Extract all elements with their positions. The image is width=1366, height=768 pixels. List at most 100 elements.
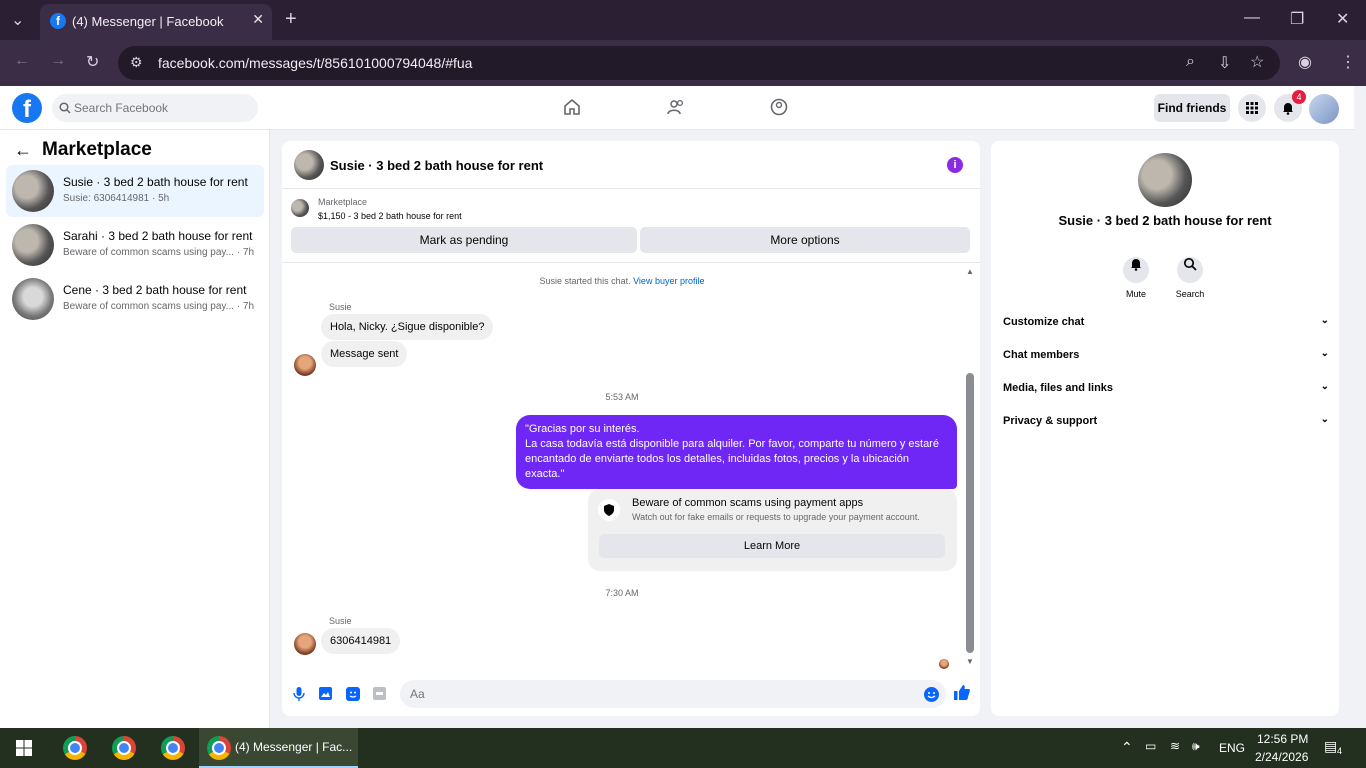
listing-bar: Marketplace $1,150 - 3 bed 2 bath house … <box>282 189 980 263</box>
scam-warning-text: Watch out for fake emails or requests to… <box>632 512 920 522</box>
outgoing-message-line: "Gracias por su interés. <box>525 423 640 435</box>
conversation-item[interactable]: Sarahi · 3 bed 2 bath house for rent Bew… <box>6 219 264 271</box>
message-input[interactable] <box>410 680 910 708</box>
window-close-icon[interactable]: ✕ <box>1336 9 1349 29</box>
scam-warning-title: Beware of common scams using payment app… <box>632 497 864 509</box>
info-icon[interactable]: i <box>947 157 963 173</box>
microphone-icon[interactable] <box>293 687 305 701</box>
back-icon[interactable]: ← <box>14 52 30 70</box>
incoming-message[interactable]: 6306414981 <box>321 628 401 654</box>
bookmark-star-icon[interactable]: ☆ <box>1250 52 1264 72</box>
mark-pending-button[interactable]: Mark as pending <box>291 227 637 253</box>
sender-avatar[interactable] <box>294 633 316 655</box>
menu-grid-button[interactable] <box>1238 94 1266 122</box>
facebook-search[interactable] <box>52 94 258 122</box>
media-files-section[interactable]: Media, files and links ⌄ <box>1003 377 1329 401</box>
reload-icon[interactable]: ↻ <box>86 52 99 72</box>
url-text[interactable]: facebook.com/messages/t/856101000794048/… <box>158 55 472 71</box>
outgoing-message-line: La casa todavía está disponible para alq… <box>525 438 939 480</box>
chevron-down-icon: ⌄ <box>1320 414 1329 425</box>
notification-center-icon[interactable]: ▤ <box>1324 738 1337 755</box>
view-buyer-profile-link[interactable]: View buyer profile <box>633 276 704 286</box>
notification-badge: 4 <box>1292 90 1306 104</box>
mute-action[interactable]: Mute <box>1116 251 1156 299</box>
chat-title[interactable]: Susie · 3 bed 2 bath house for rent <box>330 158 543 173</box>
facebook-search-input[interactable] <box>74 94 254 122</box>
section-label: Customize chat <box>1003 316 1085 328</box>
scroll-down-icon[interactable]: ▼ <box>966 657 974 666</box>
chat-avatar[interactable] <box>294 150 324 180</box>
groups-icon[interactable] <box>770 98 788 116</box>
site-info-icon[interactable]: ⚙ <box>130 54 143 71</box>
chrome-taskbar-icon[interactable] <box>112 736 136 760</box>
page-scrollbar[interactable] <box>1354 86 1366 728</box>
sender-name: Susie <box>329 616 352 626</box>
tab-close-icon[interactable]: ✕ <box>252 11 264 28</box>
emoji-icon[interactable] <box>924 687 939 702</box>
tab-list-icon[interactable]: ⌄ <box>11 10 24 30</box>
privacy-support-section[interactable]: Privacy & support ⌄ <box>1003 410 1329 434</box>
message-input-wrap[interactable] <box>400 680 946 708</box>
volume-icon[interactable]: 🕪 <box>1192 739 1200 754</box>
sender-avatar[interactable] <box>294 354 316 376</box>
sticker-icon[interactable] <box>346 687 360 701</box>
chrome-taskbar-icon[interactable] <box>63 736 87 760</box>
facebook-header: f Find friends <box>0 86 1354 130</box>
back-arrow-icon[interactable]: ← <box>14 140 32 161</box>
clock-time[interactable]: 12:56 PM <box>1257 732 1308 746</box>
outgoing-message[interactable]: "Gracias por su interés. La casa todavía… <box>516 415 957 489</box>
conversation-snippet: Susie: 6306414981 · 5h <box>63 193 170 204</box>
menu-icon[interactable]: ⋮ <box>1340 52 1356 72</box>
zoom-icon[interactable]: ⌕ <box>1186 53 1195 71</box>
chat-header: Susie · 3 bed 2 bath house for rent i <box>282 141 980 189</box>
clock-date[interactable]: 2/24/2026 <box>1255 750 1308 764</box>
new-tab-icon[interactable]: + <box>285 8 297 31</box>
incoming-message[interactable]: Message sent <box>321 341 408 367</box>
conversation-thumbnail <box>12 278 54 320</box>
scam-warning-card: Beware of common scams using payment app… <box>588 489 957 571</box>
chat-members-section[interactable]: Chat members ⌄ <box>1003 344 1329 368</box>
listing-category: Marketplace <box>318 197 368 207</box>
photo-icon[interactable] <box>319 687 332 700</box>
friends-icon[interactable] <box>667 98 685 116</box>
section-label: Privacy & support <box>1003 415 1098 427</box>
scrollbar-thumb[interactable] <box>966 373 974 653</box>
minimize-icon[interactable]: — <box>1244 9 1260 27</box>
conversation-item[interactable]: Susie · 3 bed 2 bath house for rent Susi… <box>6 165 264 217</box>
profile-icon[interactable]: ◉ <box>1298 52 1312 72</box>
listing-thumbnail <box>291 199 309 217</box>
chat-start-notice: Susie started this chat. View buyer prof… <box>282 276 962 286</box>
details-title: Susie · 3 bed 2 bath house for rent <box>1058 213 1272 228</box>
listing-description[interactable]: $1,150 - 3 bed 2 bath house for rent <box>318 211 462 221</box>
more-options-button[interactable]: More options <box>640 227 970 253</box>
conversation-name: Sarahi · 3 bed 2 bath house for rent <box>63 229 253 243</box>
home-icon[interactable] <box>563 98 581 116</box>
find-friends-button[interactable]: Find friends <box>1154 94 1230 122</box>
facebook-logo-icon[interactable]: f <box>12 93 42 123</box>
language-indicator[interactable]: ENG <box>1219 741 1245 755</box>
install-app-icon[interactable]: ⇩ <box>1218 53 1231 73</box>
gif-icon[interactable] <box>373 687 386 700</box>
tray-chevron-icon[interactable]: ⌃ <box>1121 739 1133 756</box>
scroll-up-icon[interactable]: ▲ <box>966 267 974 276</box>
conversation-name: Susie · 3 bed 2 bath house for rent <box>63 175 248 189</box>
customize-chat-section[interactable]: Customize chat ⌄ <box>1003 311 1329 335</box>
chrome-taskbar-icon[interactable] <box>161 736 185 760</box>
windows-start-icon[interactable] <box>16 740 32 756</box>
details-avatar[interactable] <box>1138 153 1192 207</box>
conversation-item[interactable]: Cene · 3 bed 2 bath house for rent Bewar… <box>6 273 264 325</box>
battery-icon[interactable]: ▭ <box>1145 739 1156 753</box>
restore-icon[interactable]: ❐ <box>1290 9 1304 29</box>
incoming-message[interactable]: Hola, Nicky. ¿Sigue disponible? <box>321 314 494 340</box>
account-avatar[interactable] <box>1309 94 1339 124</box>
like-icon[interactable] <box>954 684 970 700</box>
conversation-snippet: Beware of common scams using pay... · 7h <box>63 247 255 258</box>
active-window-button[interactable]: (4) Messenger | Fac... <box>199 728 358 768</box>
omnibox[interactable]: ⚙ facebook.com/messages/t/85610100079404… <box>118 46 1280 80</box>
wifi-icon[interactable]: ≋ <box>1170 739 1180 753</box>
learn-more-button[interactable]: Learn More <box>599 534 945 558</box>
search-action[interactable]: Search <box>1170 251 1210 299</box>
browser-tab[interactable]: f (4) Messenger | Facebook ✕ <box>40 4 272 40</box>
section-label: Media, files and links <box>1003 382 1114 394</box>
forward-icon[interactable]: → <box>50 52 66 70</box>
